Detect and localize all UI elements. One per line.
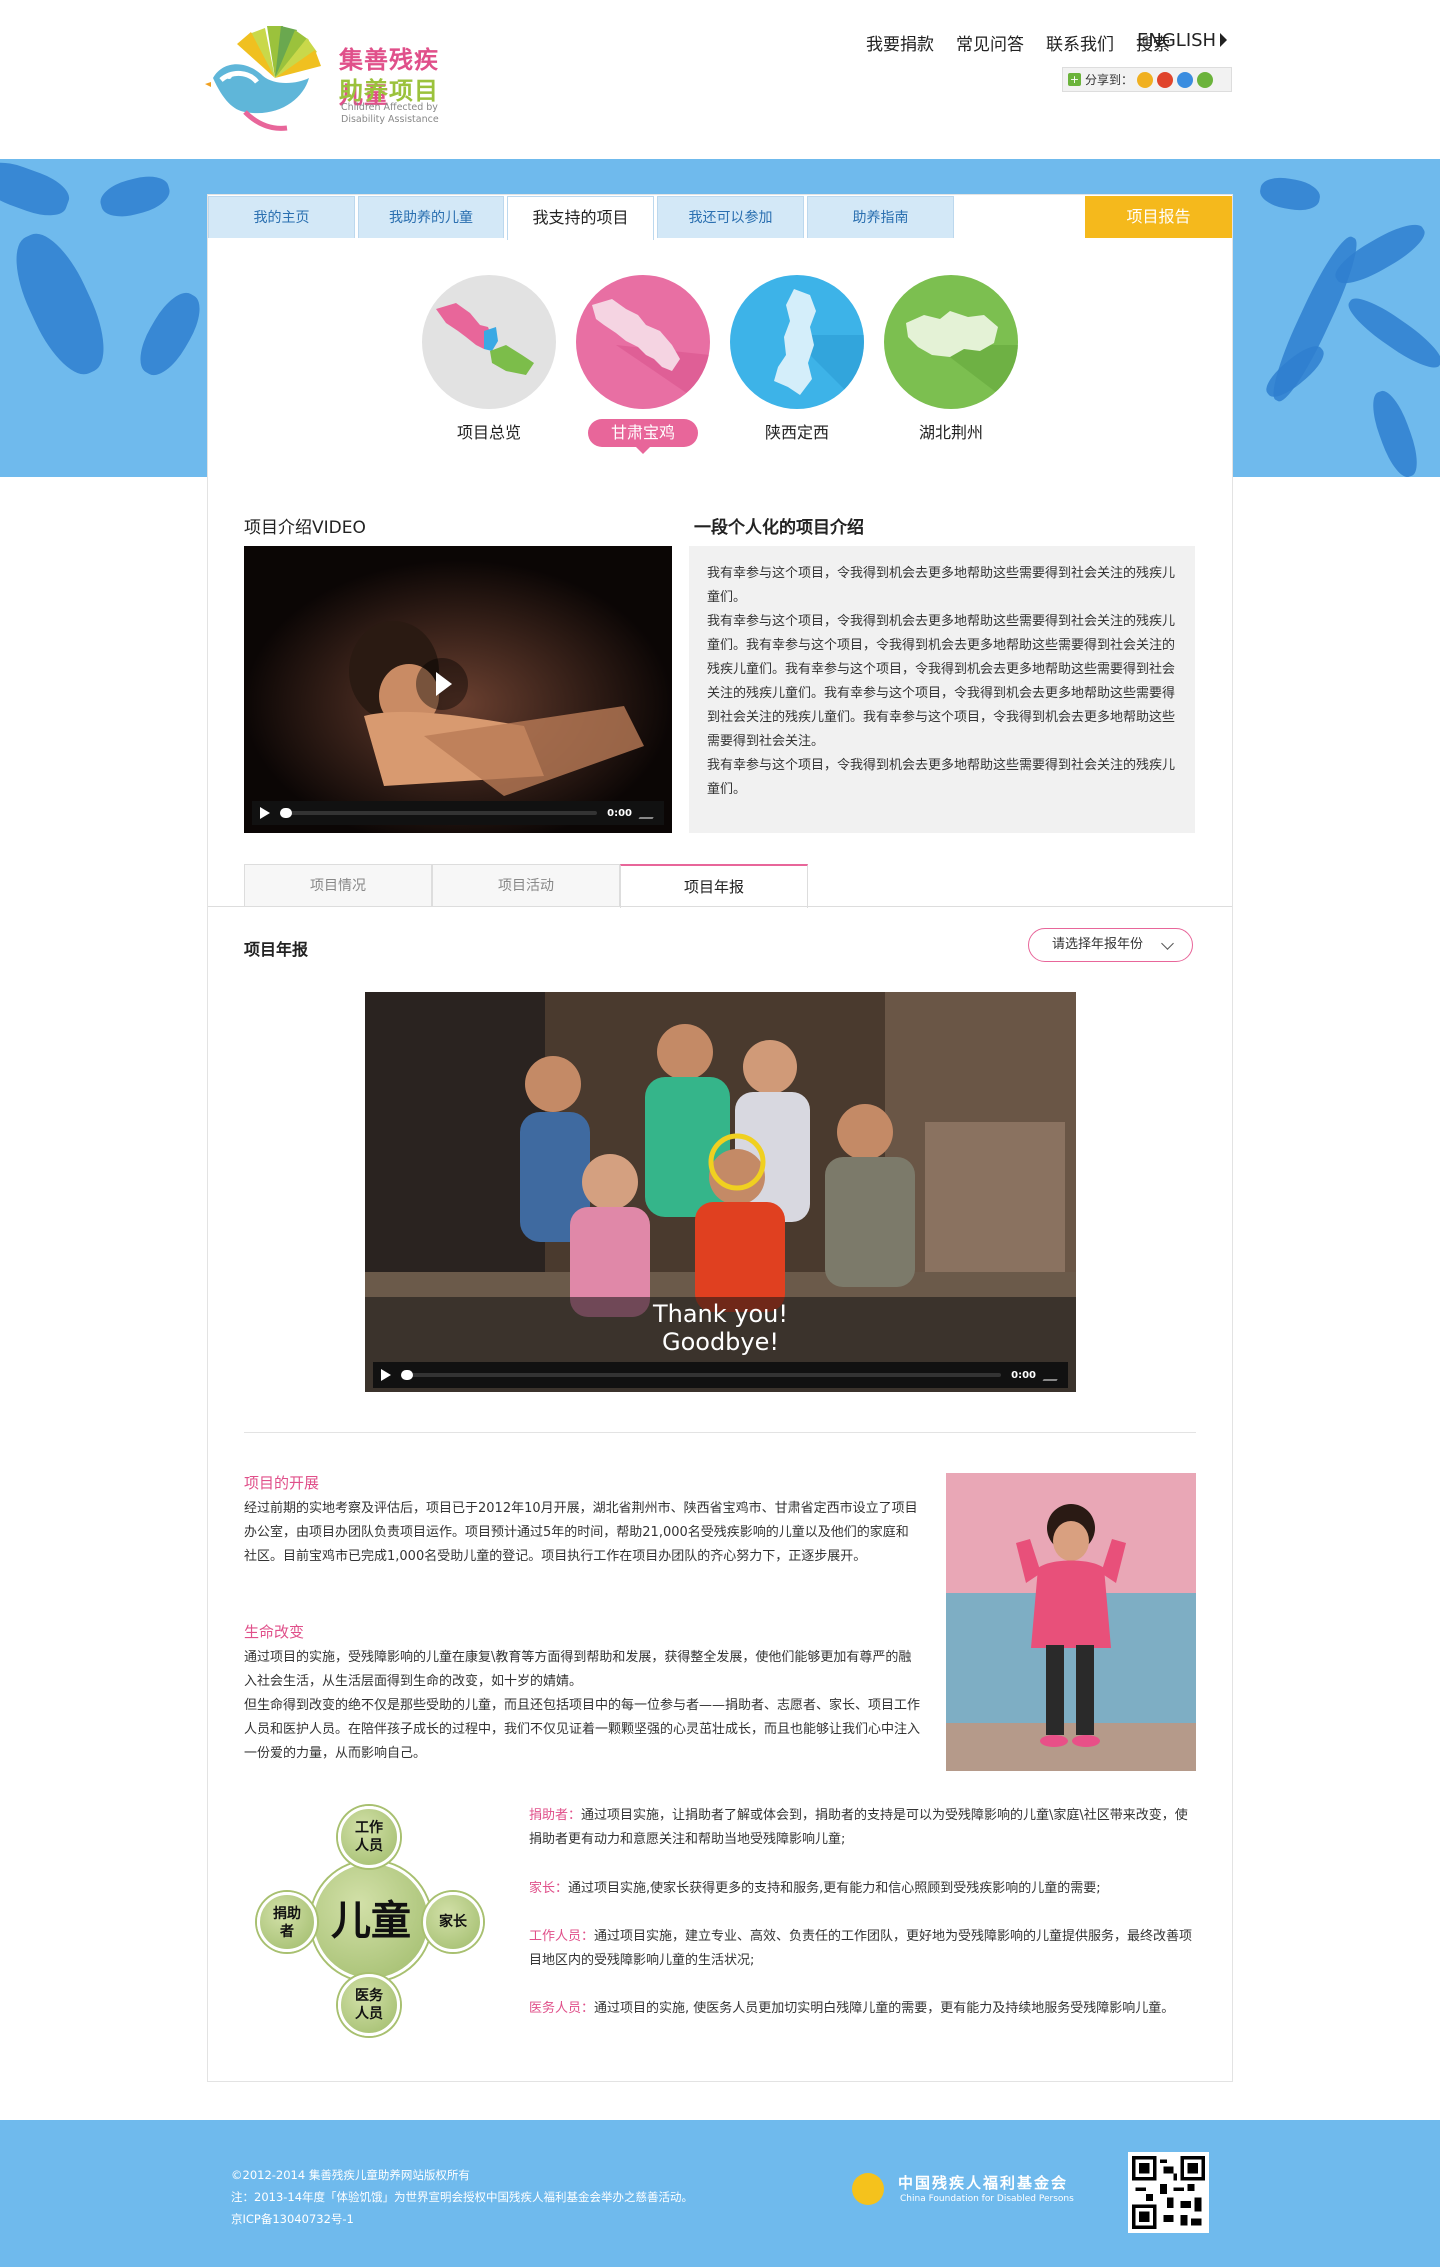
footer-note: 注：2013-14年度「体验饥饿」为世界宣明会授权中国残疾人福利基金会举办之慈善… bbox=[231, 2190, 694, 2204]
region-label: 项目总览 bbox=[456, 423, 521, 442]
intro-video-player[interactable]: 0:00 bbox=[244, 546, 672, 833]
overview-map-icon bbox=[422, 275, 556, 409]
logo-subtitle-en: Children Affected by Disability Assistan… bbox=[341, 102, 439, 125]
foundation-name-cn[interactable]: 中国残疾人福利基金会 bbox=[898, 2172, 1068, 2193]
wechat-share-icon[interactable] bbox=[1197, 71, 1214, 88]
role-item: 家长：通过项目实施,使家长获得更多的支持和服务,更有能力和信心照顾到受残疾影响的… bbox=[529, 1877, 1195, 1901]
foundation-emblem-icon bbox=[852, 2173, 884, 2205]
play-icon[interactable] bbox=[381, 1369, 391, 1381]
region-shaanxi-dingxi[interactable]: 陕西定西 bbox=[730, 275, 864, 447]
role-text: 通过项目实施，让捐助者了解或体会到，捐助者的支持是可以为受残障影响的儿童\家庭\… bbox=[529, 1808, 1188, 1847]
tab-my-projects[interactable]: 我支持的项目 bbox=[507, 196, 654, 240]
region-label-selected: 甘肃宝鸡 bbox=[588, 419, 698, 454]
change-title: 生命改变 bbox=[244, 1623, 305, 1641]
subtab-divider bbox=[208, 906, 1232, 907]
tab-my-children[interactable]: 我助养的儿童 bbox=[358, 196, 504, 238]
nav-faq-link[interactable]: 常见问答 bbox=[956, 30, 1024, 55]
role-text: 通过项目实施，建立专业、高效、负责任的工作团队，更好地为受残障影响的儿童提供服务… bbox=[529, 1929, 1193, 1968]
video-time: 0:00 bbox=[1011, 1369, 1036, 1381]
video-progress-bar[interactable] bbox=[401, 1370, 1002, 1380]
diagram-node-donor: 捐助者 bbox=[257, 1892, 317, 1952]
role-name: 家长： bbox=[529, 1881, 569, 1896]
role-name: 捐助者： bbox=[529, 1808, 582, 1823]
hubei-map-icon bbox=[884, 275, 1018, 409]
footer-icp[interactable]: 京ICP备13040732号-1 bbox=[231, 2208, 693, 2230]
footer-copyright: ©2012-2014 集善残疾儿童助养网站版权所有 bbox=[231, 2168, 470, 2182]
share-label: 分享到： bbox=[1085, 73, 1134, 87]
intro-text-box: 我有幸参与这个项目，令我得到机会去更多地帮助这些需要得到社会关注的残疾儿童们。 … bbox=[689, 546, 1195, 833]
logo-title-line2: 助养项目 bbox=[339, 76, 439, 105]
region-label: 湖北荆州 bbox=[918, 423, 983, 442]
annual-report-title: 项目年报 bbox=[244, 940, 309, 959]
intro-paragraph: 我有幸参与这个项目，令我得到机会去更多地帮助这些需要得到社会关注的残疾儿童们。 bbox=[707, 758, 1176, 797]
nav-donate-link[interactable]: 我要捐款 bbox=[866, 30, 934, 55]
english-link[interactable]: ENGLISH bbox=[1137, 30, 1227, 51]
qzone-share-icon[interactable] bbox=[1137, 71, 1154, 88]
girl-photo bbox=[946, 1473, 1196, 1771]
nav-contact-link[interactable]: 联系我们 bbox=[1046, 30, 1114, 55]
diagram-node-medical: 医务人员 bbox=[338, 1974, 400, 2036]
diagram-center: 儿童 bbox=[311, 1861, 431, 1981]
progress-text: 经过前期的实地考察及评估后，项目已于2012年10月开展，湖北省荆州市、陕西省宝… bbox=[244, 1501, 918, 1564]
gansu-map-icon bbox=[576, 275, 710, 409]
tab-my-home[interactable]: 我的主页 bbox=[208, 196, 355, 238]
video-controls: 0:00 bbox=[373, 1362, 1068, 1388]
video-section-title: 项目介绍VIDEO bbox=[244, 518, 366, 538]
role-name: 医务人员： bbox=[529, 2001, 595, 2016]
region-hubei-jingzhou[interactable]: 湖北荆州 bbox=[884, 275, 1018, 447]
role-item: 工作人员：通过项目实施，建立专业、高效、负责任的工作团队，更好地为受残障影响的儿… bbox=[529, 1925, 1195, 1973]
volume-icon[interactable] bbox=[1042, 1369, 1064, 1381]
play-icon[interactable] bbox=[260, 807, 270, 819]
shaanxi-map-icon bbox=[730, 275, 864, 409]
footer: ©2012-2014 集善残疾儿童助养网站版权所有 注：2013-14年度「体验… bbox=[0, 2120, 1440, 2267]
progress-knob[interactable] bbox=[401, 1370, 413, 1380]
diagram-node-parent: 家长 bbox=[423, 1892, 483, 1952]
share-bar: + 分享到： bbox=[1062, 67, 1232, 92]
page: 集善残疾儿童 助养项目 Children Affected by Disabil… bbox=[0, 0, 1440, 2267]
tab-guide[interactable]: 助养指南 bbox=[807, 196, 954, 238]
intro-paragraph: 我有幸参与这个项目，令我得到机会去更多地帮助这些需要得到社会关注的残疾儿童们。 bbox=[707, 566, 1176, 605]
dove-logo-icon bbox=[205, 26, 321, 131]
role-name: 工作人员： bbox=[529, 1929, 595, 1944]
intro-paragraph: 我有幸参与这个项目，令我得到机会去更多地帮助这些需要得到社会关注的残疾儿童们。我… bbox=[707, 614, 1176, 749]
volume-icon[interactable] bbox=[638, 807, 660, 819]
tab-can-join[interactable]: 我还可以参加 bbox=[657, 196, 804, 238]
qr-code bbox=[1128, 2152, 1209, 2233]
role-item: 捐助者：通过项目实施，让捐助者了解或体会到，捐助者的支持是可以为受残障影响的儿童… bbox=[529, 1804, 1195, 1852]
role-text: 通过项目的实施, 使医务人员更加切实明白残障儿童的需要，更有能力及持续地服务受残… bbox=[594, 2001, 1175, 2016]
tab-project-report[interactable]: 项目报告 bbox=[1085, 196, 1232, 238]
subtab-activities[interactable]: 项目活动 bbox=[432, 864, 620, 907]
annual-video-player[interactable]: Thank you! Goodbye! 0:00 bbox=[365, 992, 1076, 1392]
video-controls: 0:00 bbox=[252, 801, 664, 825]
region-gansu-baoji[interactable]: 甘肃宝鸡 bbox=[576, 275, 710, 454]
progress-title: 项目的开展 bbox=[244, 1474, 320, 1492]
change-text: 但生命得到改变的绝不仅是那些受助的儿童，而且还包括项目中的每一位参与者——捐助者… bbox=[244, 1698, 921, 1761]
role-item: 医务人员：通过项目的实施, 使医务人员更加切实明白残障儿童的需要，更有能力及持续… bbox=[529, 1997, 1195, 2021]
progress-knob[interactable] bbox=[280, 808, 292, 818]
video-caption: Thank you! Goodbye! bbox=[365, 1300, 1076, 1356]
region-label: 陕西定西 bbox=[764, 423, 829, 442]
tencent-weibo-share-icon[interactable] bbox=[1177, 71, 1194, 88]
section-divider bbox=[244, 1432, 1196, 1433]
foundation-name-en: China Foundation for Disabled Persons bbox=[900, 2194, 1074, 2204]
subtab-annual-report[interactable]: 项目年报 bbox=[620, 864, 808, 908]
caption-line: Goodbye! bbox=[661, 1328, 780, 1356]
role-text: 通过项目实施,使家长获得更多的支持和服务,更有能力和信心照顾到受残疾影响的儿童的… bbox=[568, 1881, 1101, 1896]
caption-line: Thank you! bbox=[652, 1300, 789, 1328]
change-text: 通过项目的实施，受残障影响的儿童在康复\教育等方面得到帮助和发展，获得整全发展，… bbox=[244, 1650, 912, 1689]
share-plus-icon[interactable]: + bbox=[1068, 73, 1081, 86]
video-progress-bar[interactable] bbox=[280, 808, 598, 818]
logo[interactable]: 集善残疾儿童 助养项目 Children Affected by Disabil… bbox=[205, 20, 460, 140]
year-select-dropdown[interactable]: 请选择年报年份 bbox=[1028, 928, 1193, 962]
diagram-node-staff: 工作人员 bbox=[338, 1806, 400, 1868]
top-nav: 我要捐款 常见问答 联系我们 搜索 bbox=[844, 30, 1170, 55]
region-overview[interactable]: 项目总览 bbox=[422, 275, 556, 447]
footer-text: ©2012-2014 集善残疾儿童助养网站版权所有 注：2013-14年度「体验… bbox=[231, 2164, 693, 2230]
stakeholder-diagram: 儿童 工作人员 捐助者 家长 医务人员 bbox=[253, 1806, 485, 2038]
weibo-share-icon[interactable] bbox=[1157, 71, 1174, 88]
intro-title: 一段个人化的项目介绍 bbox=[694, 518, 864, 538]
video-time: 0:00 bbox=[607, 807, 632, 819]
video-play-overlay-icon[interactable] bbox=[416, 658, 468, 710]
subtab-status[interactable]: 项目情况 bbox=[244, 864, 432, 907]
